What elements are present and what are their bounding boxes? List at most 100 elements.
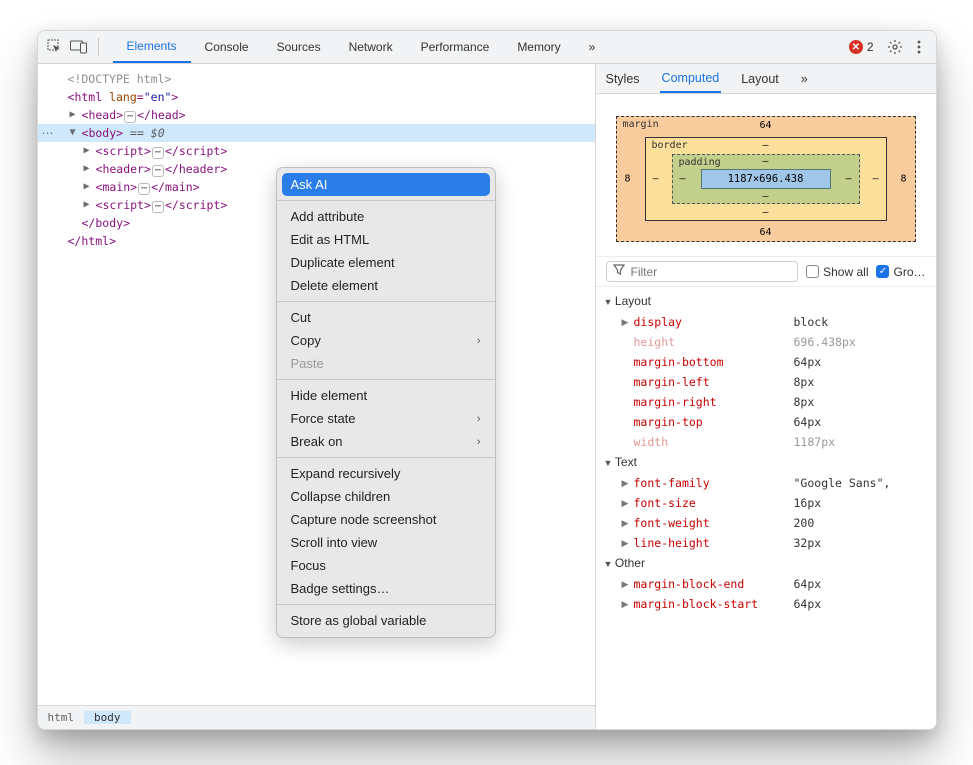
main-area: <!DOCTYPE html><html lang="en">▶<head>⋯<…	[38, 64, 936, 729]
checkbox-icon: ✓	[876, 265, 889, 278]
dom-line[interactable]: <!DOCTYPE html>	[38, 70, 595, 88]
prop-row[interactable]: margin-left8px	[604, 372, 928, 392]
prop-row[interactable]: ▶font-size16px	[604, 493, 928, 513]
bm-padding-top: –	[762, 156, 768, 167]
context-menu-item[interactable]: Force state›	[277, 407, 495, 430]
prop-group[interactable]: Other	[604, 553, 928, 574]
bm-margin-left: 8	[625, 174, 631, 185]
box-model: margin 64 64 8 8 border – – – – paddin	[596, 94, 936, 256]
stab-overflow[interactable]: »	[799, 66, 810, 92]
context-menu-item[interactable]: Edit as HTML	[277, 228, 495, 251]
error-indicator[interactable]: ✕ 2	[849, 40, 874, 54]
context-menu-item[interactable]: Badge settings…	[277, 577, 495, 600]
tab-console[interactable]: Console	[191, 31, 263, 63]
bm-padding-left: –	[680, 174, 686, 185]
bm-padding-bottom: –	[762, 191, 768, 202]
prop-row[interactable]: ▶margin-block-end64px	[604, 574, 928, 594]
group-checkbox[interactable]: ✓ Gro…	[876, 265, 925, 279]
context-menu-item[interactable]: Delete element	[277, 274, 495, 297]
context-menu-item[interactable]: Add attribute	[277, 205, 495, 228]
prop-row[interactable]: ▶font-weight200	[604, 513, 928, 533]
context-menu-item[interactable]: Collapse children	[277, 485, 495, 508]
dom-line[interactable]: ⋯▼<body> == $0	[38, 124, 595, 142]
prop-row[interactable]: margin-bottom64px	[604, 352, 928, 372]
styles-panel: Styles Computed Layout » margin 64 64 8 …	[596, 64, 936, 729]
bm-border-right: –	[872, 174, 878, 185]
context-menu-item[interactable]: Scroll into view	[277, 531, 495, 554]
prop-row[interactable]: ▶line-height32px	[604, 533, 928, 553]
prop-row[interactable]: margin-top64px	[604, 412, 928, 432]
breadcrumb-item-selected[interactable]: body	[84, 711, 131, 724]
stab-layout[interactable]: Layout	[739, 66, 781, 92]
context-menu-item[interactable]: Ask AI	[282, 173, 490, 196]
context-menu-item[interactable]: Capture node screenshot	[277, 508, 495, 531]
filter-input-wrap[interactable]	[606, 261, 799, 282]
checkbox-icon	[806, 265, 819, 278]
prop-row[interactable]: ▶displayblock	[604, 312, 928, 332]
context-menu-separator	[277, 301, 495, 302]
bm-padding[interactable]: padding – – – – 1187×696.438	[672, 154, 860, 204]
prop-group[interactable]: Layout	[604, 291, 928, 312]
context-menu-item[interactable]: Hide element	[277, 384, 495, 407]
show-all-label: Show all	[823, 265, 868, 279]
bm-border[interactable]: border – – – – padding – – – – 11	[645, 137, 887, 221]
filter-row: Show all ✓ Gro…	[596, 256, 936, 287]
context-menu-item[interactable]: Store as global variable	[277, 609, 495, 632]
filter-icon	[613, 264, 625, 279]
tab-elements[interactable]: Elements	[113, 31, 191, 63]
stab-computed[interactable]: Computed	[660, 65, 722, 93]
panel-tabs: Elements Console Sources Network Perform…	[113, 31, 610, 63]
dom-line[interactable]: <html lang="en">	[38, 88, 595, 106]
bm-border-bottom: –	[762, 207, 768, 218]
prop-row[interactable]: height696.438px	[604, 332, 928, 352]
toolbar-separator	[98, 38, 99, 56]
context-menu-item[interactable]: Cut	[277, 306, 495, 329]
prop-row[interactable]: ▶font-family"Google Sans",	[604, 473, 928, 493]
tab-memory[interactable]: Memory	[503, 31, 574, 63]
tab-performance[interactable]: Performance	[407, 31, 504, 63]
breadcrumb: html body	[38, 705, 595, 729]
context-menu-item[interactable]: Copy›	[277, 329, 495, 352]
bm-border-top: –	[762, 140, 768, 151]
bm-content[interactable]: 1187×696.438	[701, 169, 831, 189]
context-menu-item: Paste	[277, 352, 495, 375]
prop-row[interactable]: ▶margin-block-start64px	[604, 594, 928, 614]
context-menu-separator	[277, 200, 495, 201]
prop-group[interactable]: Text	[604, 452, 928, 473]
bm-border-label: border	[652, 140, 688, 151]
context-menu-item[interactable]: Expand recursively	[277, 462, 495, 485]
filter-input[interactable]	[631, 265, 792, 279]
breadcrumb-item[interactable]: html	[38, 711, 85, 724]
bm-padding-right: –	[845, 174, 851, 185]
kebab-icon[interactable]	[910, 38, 928, 56]
context-menu-item[interactable]: Break on›	[277, 430, 495, 453]
context-menu: Ask AI Add attributeEdit as HTMLDuplicate…	[276, 167, 496, 638]
bm-margin[interactable]: margin 64 64 8 8 border – – – – paddin	[616, 116, 916, 242]
tab-network[interactable]: Network	[335, 31, 407, 63]
elements-panel: <!DOCTYPE html><html lang="en">▶<head>⋯<…	[38, 64, 596, 729]
bm-margin-bottom: 64	[759, 227, 771, 238]
bm-margin-top: 64	[759, 120, 771, 131]
prop-row[interactable]: margin-right8px	[604, 392, 928, 412]
bm-margin-right: 8	[900, 174, 906, 185]
error-icon: ✕	[849, 40, 863, 54]
gear-icon[interactable]	[886, 38, 904, 56]
context-menu-separator	[277, 457, 495, 458]
show-all-checkbox[interactable]: Show all	[806, 265, 868, 279]
context-menu-item[interactable]: Duplicate element	[277, 251, 495, 274]
context-menu-item[interactable]: Focus	[277, 554, 495, 577]
stab-styles[interactable]: Styles	[604, 66, 642, 92]
inspect-icon[interactable]	[46, 38, 64, 56]
bm-margin-label: margin	[623, 119, 659, 130]
group-label: Gro…	[893, 265, 925, 279]
computed-properties[interactable]: Layout▶displayblockheight696.438pxmargin…	[596, 287, 936, 624]
dom-line[interactable]: ▶<script>⋯</script>	[38, 142, 595, 160]
devtools-window: Elements Console Sources Network Perform…	[37, 30, 937, 730]
device-icon[interactable]	[70, 38, 88, 56]
tab-sources[interactable]: Sources	[263, 31, 335, 63]
error-count: 2	[867, 40, 874, 54]
prop-row[interactable]: width1187px	[604, 432, 928, 452]
tabs-overflow[interactable]: »	[575, 31, 610, 63]
bm-border-left: –	[653, 174, 659, 185]
dom-line[interactable]: ▶<head>⋯</head>	[38, 106, 595, 124]
